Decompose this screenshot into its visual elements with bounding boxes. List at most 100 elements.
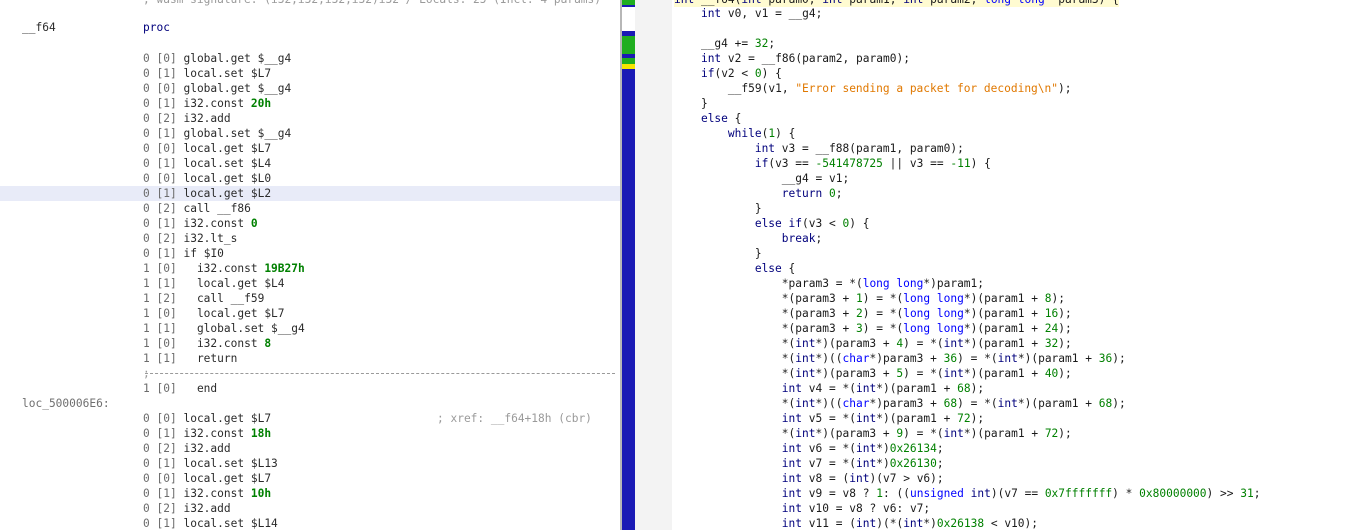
code-text: int v8 = (int)(v7 > v6); — [781, 472, 944, 485]
code-text: *(int*)(param3 + 9) = *(int*)(param1 + 7… — [781, 427, 1072, 440]
decompiled-line[interactable]: if(v2 < 0) { — [674, 66, 782, 81]
operand: 19B27h — [264, 262, 305, 275]
code-line[interactable]: 0 [1] local.set $L7 — [143, 66, 271, 81]
operand: $L14 — [250, 517, 278, 530]
code-line[interactable]: 0 [2] i32.add — [143, 441, 231, 456]
code-line[interactable]: 1 [1] local.get $L4 — [143, 276, 285, 291]
decompiled-line[interactable]: int v6 = *(int*)0x26134; — [674, 441, 944, 456]
code-text: } — [754, 202, 762, 215]
navigation-overview-bar[interactable] — [622, 0, 635, 530]
decompiler-view[interactable]: int __f64(int param0, int param1, int pa… — [672, 0, 1348, 530]
decompiled-line[interactable]: int v7 = *(int*)0x26130; — [674, 456, 944, 471]
code-line[interactable]: 0 [1] i32.const 0 — [143, 216, 258, 231]
code-text: *(int*)(param3 + 5) = *(int*)(param1 + 4… — [781, 367, 1072, 380]
opcode: i32.const — [183, 97, 245, 110]
decompiled-line[interactable]: } — [674, 246, 762, 261]
decompiled-line[interactable]: } — [674, 201, 762, 216]
decompiled-line[interactable]: int v8 = (int)(v7 > v6); — [674, 471, 944, 486]
block-depth: 1 — [143, 337, 150, 350]
code-line[interactable]: 1 [0] end — [143, 381, 217, 396]
code-line[interactable]: 1 [1] return — [143, 351, 237, 366]
stack-index: [0] — [156, 382, 177, 395]
decompiled-line[interactable]: int v0, v1 = __g4; — [674, 6, 822, 21]
decompiled-line[interactable]: __g4 += 32; — [674, 36, 775, 51]
block-depth: 1 — [143, 262, 150, 275]
code-text: *(param3 + 1) = *(long long*)(param1 + 8… — [781, 292, 1066, 305]
decompiled-line[interactable]: *(int*)((char*)param3 + 36) = *(int*)(pa… — [674, 351, 1126, 366]
decompiled-line[interactable]: int v11 = (int)(*(int*)0x26138 < v10); — [674, 516, 1038, 530]
opcode: i32.const — [183, 487, 245, 500]
code-line[interactable]: 1 [0] local.get $L7 — [143, 306, 285, 321]
decompiled-line[interactable]: else if(v3 < 0) { — [674, 216, 870, 231]
decompiled-line[interactable]: *(param3 + 2) = *(long long*)(param1 + 1… — [674, 306, 1072, 321]
opcode: global.get — [183, 52, 251, 65]
xref-comment[interactable]: ; xref: __f64+18h (cbr) — [437, 411, 592, 426]
code-line[interactable]: 0 [0] local.get $L7 — [143, 141, 271, 156]
operand: $L7 — [250, 142, 272, 155]
code-text: int v10 = v8 ? v6: v7; — [781, 502, 931, 515]
opcode: global.set — [183, 127, 251, 140]
decompiled-line[interactable]: while(1) { — [674, 126, 795, 141]
decompiled-line[interactable]: *(int*)(param3 + 9) = *(int*)(param1 + 7… — [674, 426, 1072, 441]
decompiled-line[interactable]: *(int*)((char*)param3 + 68) = *(int*)(pa… — [674, 396, 1126, 411]
decompiled-line[interactable]: } — [674, 96, 708, 111]
stack-index: [1] — [156, 127, 177, 140]
decompiled-line[interactable]: if(v3 == -541478725 || v3 == -11) { — [674, 156, 991, 171]
operand: __f59 — [230, 292, 265, 305]
code-line[interactable]: 0 [1] local.set $L4 — [143, 156, 271, 171]
decompiled-line[interactable]: *param3 = *(long long*)param1; — [674, 276, 984, 291]
code-text: return 0; — [781, 187, 843, 200]
code-line[interactable]: 1 [0] i32.const 19B27h — [143, 261, 305, 276]
code-text: int v6 = *(int*)0x26134; — [781, 442, 944, 455]
decompiled-line[interactable]: else { — [674, 261, 795, 276]
code-line[interactable]: 0 [1] local.set $L13 — [143, 456, 278, 471]
decompiled-line[interactable]: *(int*)(param3 + 4) = *(int*)(param1 + 3… — [674, 336, 1072, 351]
opcode: local.get — [183, 142, 245, 155]
code-line[interactable]: 1 [1] global.set $__g4 — [143, 321, 305, 336]
stack-index: [2] — [156, 112, 177, 125]
code-line[interactable]: 0 [1] local.set $L14 — [143, 516, 278, 530]
decompiled-line[interactable]: else { — [674, 111, 741, 126]
decompiled-line[interactable]: int v2 = __f86(param2, param0); — [674, 51, 910, 66]
disassembly-view[interactable]: ; wasm signature: (i32,i32,i32,i32)i32 /… — [0, 0, 620, 530]
decompiled-line[interactable]: *(param3 + 3) = *(long long*)(param1 + 2… — [674, 321, 1072, 336]
function-name[interactable]: __f64 — [22, 20, 56, 35]
decompiled-line[interactable]: *(param3 + 1) = *(long long*)(param1 + 8… — [674, 291, 1065, 306]
decompiled-line[interactable]: int v3 = __f88(param1, param0); — [674, 141, 964, 156]
opcode: global.set — [183, 322, 265, 335]
code-line[interactable]: 0 [0] local.get $L7 — [143, 471, 271, 486]
signature-comment: ; wasm signature: (i32,i32,i32,i32)i32 /… — [143, 0, 601, 7]
code-line[interactable]: 0 [0] local.get $L7 — [143, 411, 271, 426]
code-line[interactable]: 0 [2] call __f86 — [143, 201, 251, 216]
decompiled-line[interactable]: __f59(v1, "Error sending a packet for de… — [674, 81, 1072, 96]
opcode: local.get — [183, 172, 245, 185]
operand: 10h — [250, 487, 272, 500]
decompiled-line[interactable]: int v10 = v8 ? v6: v7; — [674, 501, 930, 516]
code-label[interactable]: loc_500006E6: — [22, 396, 110, 411]
decompiled-line[interactable]: __g4 = v1; — [674, 171, 849, 186]
code-line[interactable]: 0 [1] i32.const 10h — [143, 486, 271, 501]
block-depth: 1 — [143, 322, 150, 335]
pane-splitter[interactable] — [635, 0, 672, 530]
operand: $L7 — [264, 307, 285, 320]
code-line[interactable]: 0 [0] global.get $__g4 — [143, 81, 291, 96]
code-line[interactable]: 0 [2] i32.add — [143, 111, 231, 126]
code-line[interactable]: 1 [2] call __f59 — [143, 291, 264, 306]
code-line[interactable]: 0 [2] i32.add — [143, 501, 231, 516]
decompiled-line[interactable]: int v4 = *(int*)(param1 + 68); — [674, 381, 984, 396]
decompiled-line[interactable]: return 0; — [674, 186, 843, 201]
decompiled-line[interactable]: break; — [674, 231, 822, 246]
code-line[interactable]: 0 [1] if $I0 — [143, 246, 224, 261]
code-line[interactable]: 1 [0] i32.const 8 — [143, 336, 271, 351]
decompiled-line[interactable]: *(int*)(param3 + 5) = *(int*)(param1 + 4… — [674, 366, 1072, 381]
decompiled-line[interactable]: int v9 = v8 ? 1: ((unsigned int)(v7 == 0… — [674, 486, 1261, 501]
code-line[interactable]: 0 [1] local.get $L2 — [0, 186, 620, 201]
code-line[interactable]: 0 [1] global.set $__g4 — [143, 126, 291, 141]
code-line[interactable]: 0 [1] i32.const 20h — [143, 96, 271, 111]
code-line[interactable]: 0 [0] local.get $L0 — [143, 171, 271, 186]
decompiled-line[interactable]: int v5 = *(int*)(param1 + 72); — [674, 411, 984, 426]
code-text: *(param3 + 2) = *(long long*)(param1 + 1… — [781, 307, 1072, 320]
code-line[interactable]: 0 [0] global.get $__g4 — [143, 51, 291, 66]
code-line[interactable]: 0 [2] i32.lt_s — [143, 231, 237, 246]
code-line[interactable]: 0 [1] i32.const 18h — [143, 426, 271, 441]
